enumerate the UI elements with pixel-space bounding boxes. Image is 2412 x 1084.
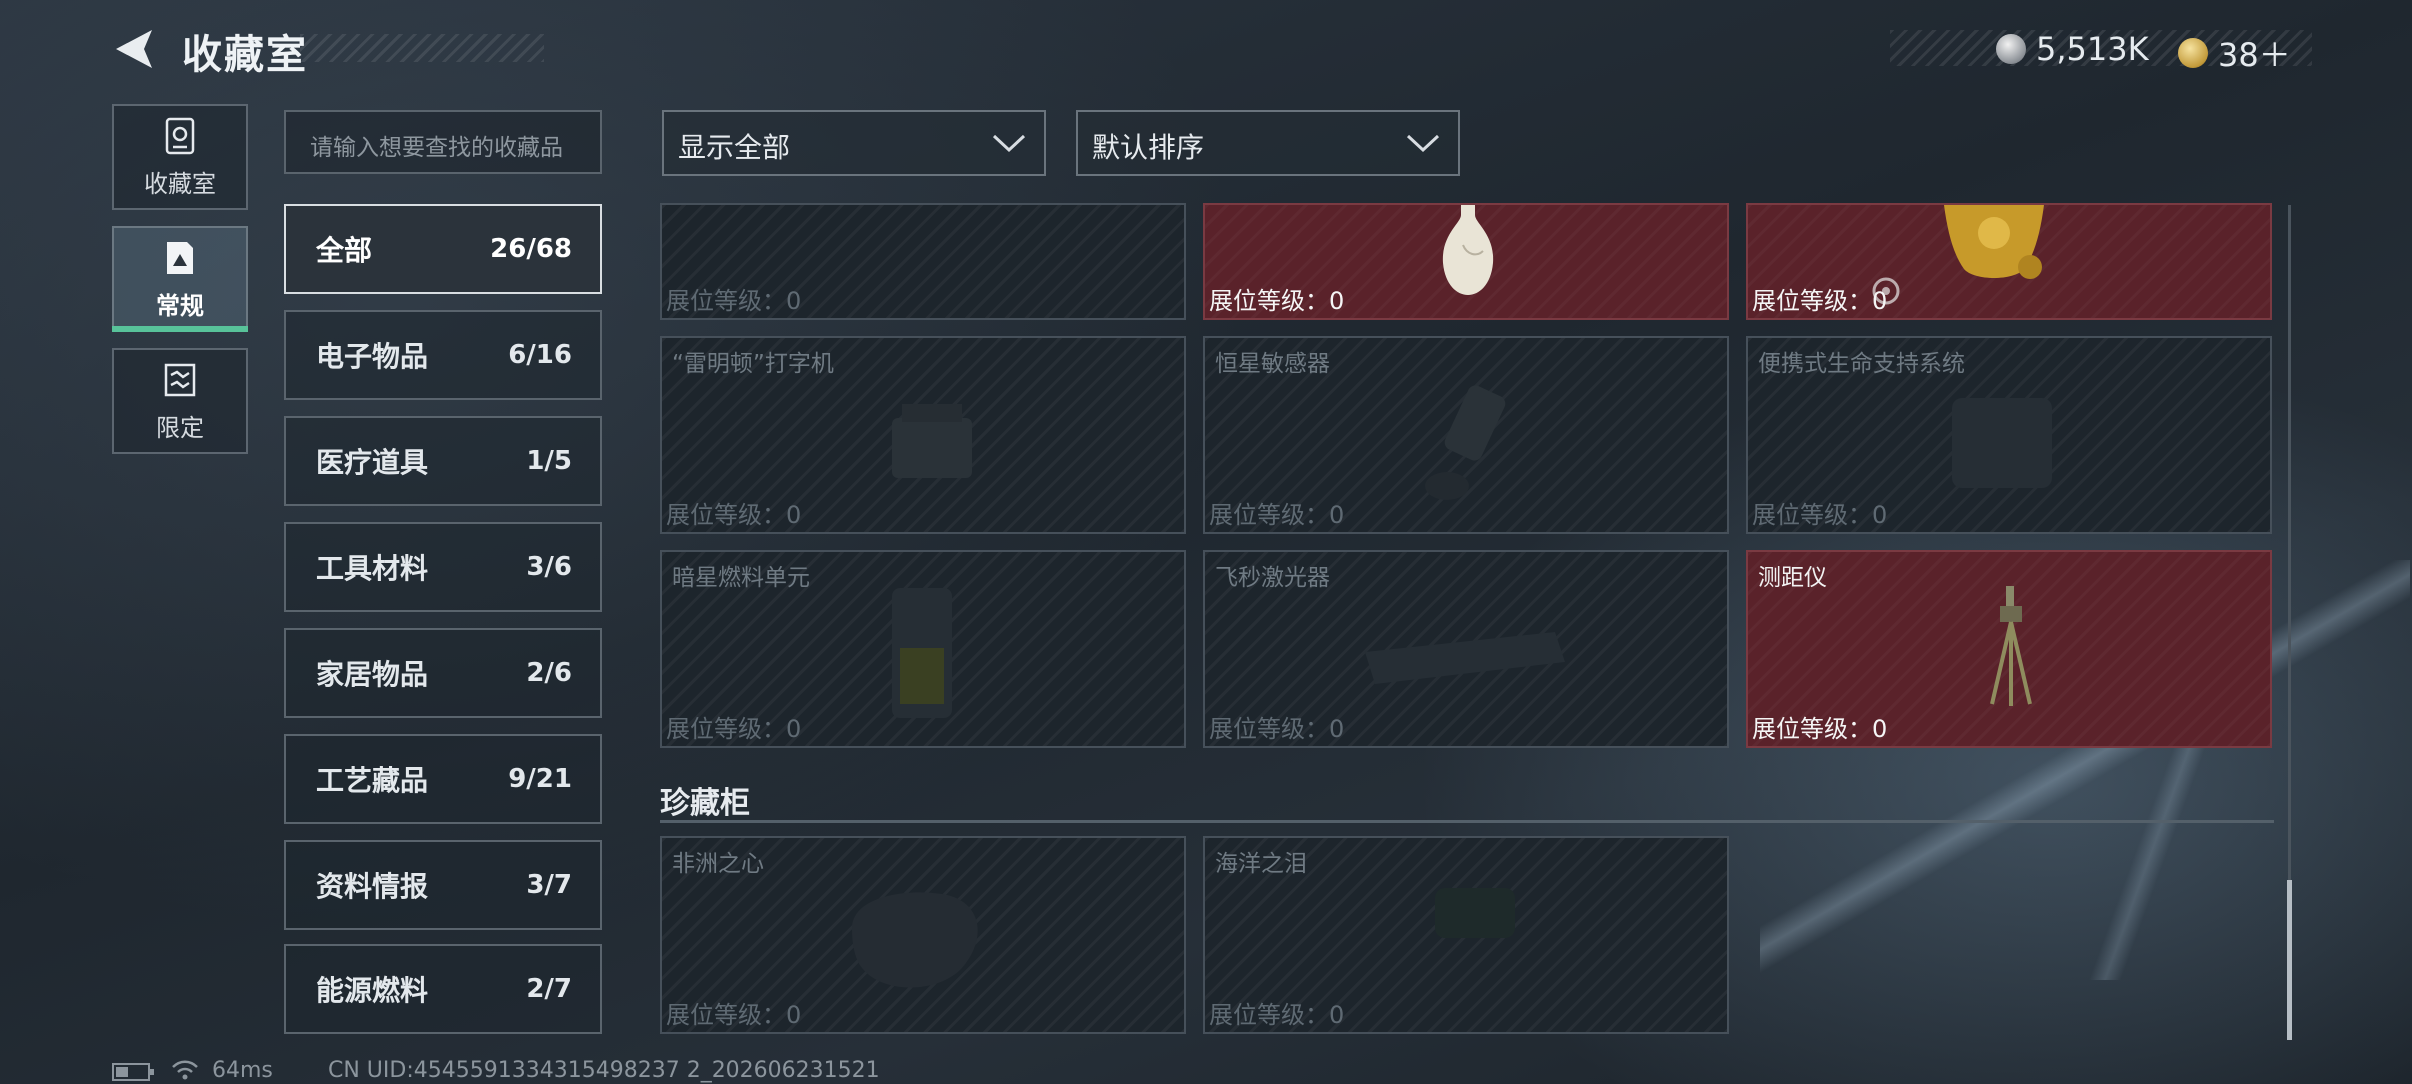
category-intel[interactable]: 资料情报 3/7 <box>284 840 602 930</box>
chevron-down-icon <box>1406 134 1440 153</box>
collection-item-card[interactable]: 暗星燃料单元 展位等级：0 <box>660 550 1186 748</box>
collection-item-card[interactable]: “雷明顿”打字机 展位等级：0 <box>660 336 1186 534</box>
category-electronics[interactable]: 电子物品 6/16 <box>284 310 602 400</box>
category-name: 能源燃料 <box>316 974 429 1007</box>
collection-item-card[interactable]: 展位等级：0 <box>1203 203 1729 320</box>
typewriter-item-image <box>892 404 972 478</box>
item-level: 展位等级：0 <box>666 1001 802 1029</box>
item-name: “雷明顿”打字机 <box>672 351 834 377</box>
scrollbar-thumb[interactable] <box>2287 880 2292 1040</box>
currency-gold[interactable]: 38＋ <box>2178 30 2291 76</box>
collection-item-card[interactable]: 恒星敏感器 展位等级：0 <box>1203 336 1729 534</box>
item-name: 海洋之泪 <box>1215 851 1307 877</box>
category-count: 26/68 <box>490 234 572 264</box>
category-crafts[interactable]: 工艺藏品 9/21 <box>284 734 602 824</box>
item-name: 便携式生命支持系统 <box>1758 351 1965 377</box>
item-level: 展位等级：0 <box>1209 287 1345 315</box>
search-placeholder: 请输入想要查找的收藏品 <box>310 135 563 161</box>
collection-item-card[interactable]: 展位等级：0 <box>660 203 1186 320</box>
vault-icon <box>165 117 195 154</box>
item-level: 展位等级：0 <box>1209 501 1345 529</box>
rail-regular-label: 常规 <box>156 291 204 320</box>
search-input[interactable]: 请输入想要查找的收藏品 <box>284 110 602 174</box>
category-tools[interactable]: 工具材料 3/6 <box>284 522 602 612</box>
back-button[interactable] <box>112 26 158 72</box>
item-name: 恒星敏感器 <box>1215 351 1330 377</box>
category-name: 资料情报 <box>316 870 429 903</box>
life-support-item-image <box>1952 398 2052 488</box>
item-level: 展位等级：0 <box>1209 1001 1345 1029</box>
category-name: 工具材料 <box>316 552 429 585</box>
item-level: 展位等级：0 <box>1752 501 1888 529</box>
treasure-item-card[interactable]: 非洲之心 展位等级：0 <box>660 836 1186 1034</box>
section-divider <box>660 820 2274 823</box>
page-title: 收藏室 <box>182 32 308 78</box>
category-fuel[interactable]: 能源燃料 2/7 <box>284 944 602 1034</box>
item-name: 飞秒激光器 <box>1215 565 1330 591</box>
category-count: 9/21 <box>508 764 572 794</box>
silver-coin-icon <box>1996 34 2026 64</box>
item-level: 展位等级：0 <box>666 715 802 743</box>
chevron-down-icon <box>992 134 1026 153</box>
sort-dropdown-label: 默认排序 <box>1092 131 1205 164</box>
category-count: 2/7 <box>526 974 572 1004</box>
category-name: 全部 <box>316 234 373 267</box>
collection-item-card[interactable]: 飞秒激光器 展位等级：0 <box>1203 550 1729 748</box>
wifi-icon <box>172 1060 198 1080</box>
category-name: 电子物品 <box>316 340 429 373</box>
collection-item-card[interactable]: 测距仪 展位等级：0 <box>1746 550 2272 748</box>
uid-text: CN UID:4545591334315498237 2_20260623152… <box>328 1058 880 1083</box>
title-decoration <box>300 34 544 62</box>
rail-vault-label: 收藏室 <box>144 169 216 198</box>
diamond-item-image <box>852 892 978 988</box>
category-name: 医疗道具 <box>316 446 429 479</box>
fuel-cell-item-image <box>892 588 952 718</box>
category-count: 2/6 <box>526 658 572 688</box>
category-name: 家居物品 <box>316 658 429 691</box>
item-level: 展位等级：0 <box>666 287 802 315</box>
rail-regular-button[interactable]: 常规 <box>112 226 248 332</box>
laser-item-image <box>1365 632 1565 684</box>
limited-icon <box>164 363 196 396</box>
item-name: 测距仪 <box>1758 565 1827 591</box>
category-count: 3/7 <box>526 870 572 900</box>
star-sensor-item-image <box>1425 385 1506 500</box>
currency-gold-value: 38＋ <box>2218 36 2291 74</box>
item-name: 非洲之心 <box>672 851 764 877</box>
rail-limited-button[interactable]: 限定 <box>112 348 248 454</box>
sort-dropdown[interactable]: 默认排序 <box>1076 110 1460 176</box>
item-level: 展位等级：0 <box>1752 715 1888 743</box>
rail-limited-label: 限定 <box>156 413 204 442</box>
rangefinder-item-image <box>1990 586 2032 706</box>
currency-silver-value: 5,513K <box>2036 30 2149 68</box>
filter-dropdown[interactable]: 显示全部 <box>662 110 1046 176</box>
currency-silver: 5,513K <box>1996 30 2149 68</box>
ocean-tear-item-image <box>1435 888 1515 938</box>
collection-item-card[interactable]: 便携式生命支持系统 展位等级：0 <box>1746 336 2272 534</box>
vase-item-image <box>1442 205 1494 295</box>
category-all[interactable]: 全部 26/68 <box>284 204 602 294</box>
collection-item-card[interactable]: 展位等级：0 <box>1746 203 2272 320</box>
category-name: 工艺藏品 <box>316 764 429 797</box>
filter-dropdown-label: 显示全部 <box>678 131 791 164</box>
category-medical[interactable]: 医疗道具 1/5 <box>284 416 602 506</box>
item-level: 展位等级：0 <box>1209 715 1345 743</box>
gold-coin-icon <box>2178 38 2208 68</box>
category-count: 3/6 <box>526 552 572 582</box>
item-level: 展位等级：0 <box>666 501 802 529</box>
treasure-section-title: 珍藏柜 <box>660 786 750 821</box>
back-arrow-icon <box>116 30 152 68</box>
treasure-item-card[interactable]: 海洋之泪 展位等级：0 <box>1203 836 1729 1034</box>
battery-icon <box>112 1063 154 1081</box>
rail-vault-button[interactable]: 收藏室 <box>112 104 248 210</box>
item-name: 暗星燃料单元 <box>672 565 810 591</box>
item-level: 展位等级：0 <box>1752 287 1888 315</box>
category-count: 1/5 <box>526 446 572 476</box>
ping-text: 64ms <box>212 1058 273 1083</box>
category-count: 6/16 <box>508 340 572 370</box>
regular-icon <box>167 241 193 274</box>
golden-statue-item-image <box>1944 205 2044 279</box>
category-household[interactable]: 家居物品 2/6 <box>284 628 602 718</box>
